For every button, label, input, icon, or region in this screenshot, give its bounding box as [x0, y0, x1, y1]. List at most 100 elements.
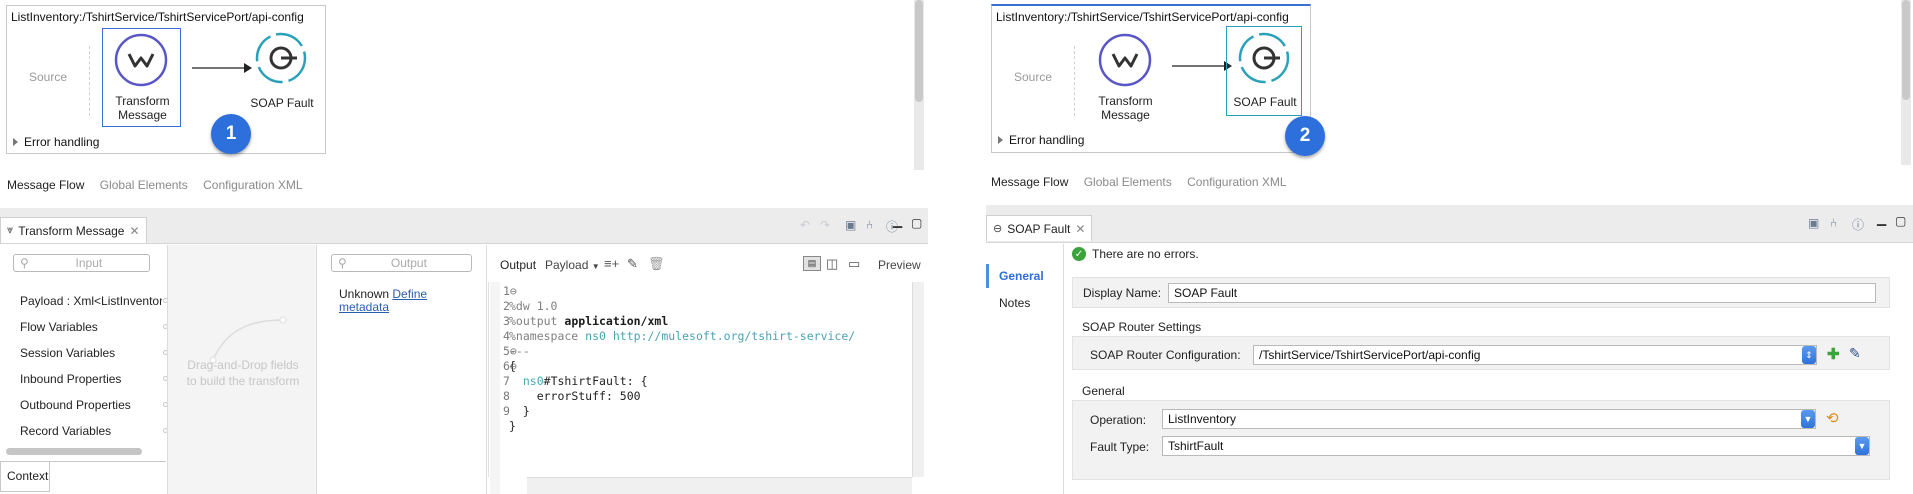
editor-tabs: Message Flow Global Elements Configurati… [7, 178, 315, 192]
define-metadata-link-2[interactable]: metadata [339, 300, 389, 314]
output-label: Output [500, 258, 537, 272]
tab-configuration-xml[interactable]: Configuration XML [1187, 175, 1286, 189]
context-item-flow-vars[interactable]: Flow Variables [20, 320, 98, 334]
close-icon[interactable]: ✕ [129, 224, 139, 238]
payload-dropdown[interactable]: Payload ▼ [545, 258, 600, 272]
editor-bottom-scroll[interactable] [527, 477, 912, 494]
output-search[interactable]: ⚲ Output [331, 254, 472, 272]
tab-message-flow[interactable]: Message Flow [991, 175, 1068, 189]
dnd-zone: Drag-and-Drop fields to build the transf… [167, 245, 317, 494]
canvas-scrollbar[interactable] [914, 0, 924, 170]
fault-type-select[interactable]: TshirtFault ▼ [1162, 436, 1870, 456]
output-divider [486, 245, 487, 494]
canvas-scrollbar[interactable] [1901, 0, 1911, 165]
no-errors-status: ✓ There are no errors. [1072, 247, 1199, 261]
preview-button[interactable]: Preview [878, 258, 921, 272]
dnd-hint-line2: to build the transform [186, 374, 300, 388]
editor-gutter-bar [490, 282, 500, 494]
error-handling-toggle[interactable]: Error handling [13, 135, 99, 149]
router-section-title: SOAP Router Settings [1082, 320, 1202, 334]
script-editor[interactable]: %dw 1.0 %output application/xml %namespa… [488, 282, 912, 477]
flow-canvas: ListInventory:/TshirtService/TshirtServi… [991, 4, 1311, 153]
tab-configuration-xml[interactable]: Configuration XML [203, 178, 302, 192]
add-output-icon[interactable]: ≡+ [604, 256, 619, 271]
tree-icon[interactable]: ⑃ [1830, 216, 1837, 230]
maximize-icon[interactable]: ▢ [1895, 214, 1906, 228]
transform-tab-icon: ⩔ [7, 224, 14, 236]
undo-icon[interactable]: ↶ [800, 218, 810, 232]
general-section-title: General [1082, 384, 1125, 398]
redo-icon[interactable]: ↷ [820, 218, 830, 232]
soap-fault-tab[interactable]: ⊖ SOAP Fault ✕ [986, 215, 1093, 241]
step-badge-1: 1 [211, 114, 251, 154]
operation-select[interactable]: ListInventory ▼ [1162, 409, 1816, 429]
transform-label-line2: Message [118, 108, 167, 122]
operation-label: Operation: [1090, 413, 1147, 427]
horizontal-scrollbar[interactable] [6, 448, 142, 455]
transform-message-icon[interactable] [1097, 32, 1153, 88]
source-label: Source [1014, 70, 1053, 84]
layout-preview-icon[interactable]: ▭ [848, 256, 860, 272]
transform-label-line1: Transform [115, 94, 170, 108]
expand-triangle-icon [998, 136, 1003, 144]
search-icon: ⚲ [20, 256, 29, 270]
editor-right-scroll[interactable] [912, 282, 924, 477]
nav-notes[interactable]: Notes [999, 296, 1030, 310]
tab-message-flow[interactable]: Message Flow [7, 178, 84, 192]
source-divider [89, 46, 90, 116]
context-item-session-vars[interactable]: Session Variables [20, 346, 115, 360]
context-item-payload[interactable]: Payload : Xml<ListInventor [20, 294, 162, 308]
context-tab[interactable]: Context [0, 462, 50, 492]
flow-canvas: ListInventory:/TshirtService/TshirtServi… [6, 5, 326, 154]
tab-global-elements[interactable]: Global Elements [1084, 175, 1172, 189]
refresh-icon[interactable]: ⟲ [1826, 409, 1839, 427]
dnd-hint-line1: Drag-and-Drop fields [187, 358, 299, 372]
fault-type-label: Fault Type: [1090, 440, 1150, 454]
router-config-select[interactable]: /TshirtService/TshirtServicePort/api-con… [1253, 345, 1817, 365]
minimize-icon[interactable]: ▁ [893, 214, 902, 228]
context-item-record-vars[interactable]: Record Variables [20, 424, 111, 438]
define-metadata-link[interactable]: Define [392, 287, 427, 301]
input-search[interactable]: ⚲ Input [13, 254, 150, 272]
minimize-icon[interactable]: ▁ [1877, 212, 1886, 226]
context-item-outbound[interactable]: Outbound Properties [20, 398, 131, 412]
add-icon[interactable]: ✚ [1827, 345, 1840, 363]
right-editor: ListInventory:/TshirtService/TshirtServi… [986, 0, 1913, 494]
split-icon[interactable]: ⑃ [866, 218, 873, 232]
transform-message-tab[interactable]: ⩔ Transform Message ✕ [0, 217, 147, 243]
flow-title: ListInventory:/TshirtService/TshirtServi… [996, 10, 1289, 24]
transform-message-node[interactable]: Transform Message [102, 28, 181, 127]
save-icon[interactable]: ▣ [1808, 216, 1819, 230]
flow-arrow [1172, 61, 1232, 71]
source-label: Source [29, 70, 68, 84]
step-badge-2: 2 [1285, 116, 1325, 156]
edit-icon[interactable]: ✎ [627, 256, 638, 272]
soap-fault-node[interactable]: SOAP Fault [1226, 26, 1302, 116]
edit-config-icon[interactable]: ✎ [1849, 345, 1861, 362]
search-icon: ⚲ [338, 256, 347, 270]
chevron-down-icon[interactable]: ▼ [1855, 437, 1869, 455]
transform-panel-header: ⩔ Transform Message ✕ ↶ ↷ ▣ ⑃ ⓘ ▁ ▢ [0, 208, 928, 244]
expand-triangle-icon [13, 138, 18, 146]
chevron-updown-icon[interactable]: ⇕ [1802, 346, 1816, 364]
layout-source-icon[interactable]: ▤ [803, 256, 821, 271]
help-icon[interactable]: ⓘ [1852, 216, 1864, 233]
trash-icon[interactable]: 🗑 [648, 256, 665, 272]
close-icon[interactable]: ✕ [1075, 222, 1085, 236]
nav-general[interactable]: General [986, 264, 1064, 288]
transform-label-line1: Transform [1098, 94, 1153, 108]
line-gutter: 1⊖ 2 3 4 5⊖ 6⊖ 7 8 9 [503, 284, 517, 418]
soap-fault-label: SOAP Fault [250, 96, 314, 110]
tab-global-elements[interactable]: Global Elements [100, 178, 188, 192]
chevron-down-icon[interactable]: ▼ [1801, 410, 1815, 428]
soap-fault-label: SOAP Fault [1233, 95, 1297, 109]
display-name-field[interactable]: SOAP Fault [1168, 283, 1876, 303]
layout-split-icon[interactable]: ◫ [826, 256, 838, 272]
context-item-inbound[interactable]: Inbound Properties [20, 372, 121, 386]
maximize-icon[interactable]: ▢ [911, 216, 922, 230]
soap-fault-icon[interactable] [253, 30, 309, 86]
unknown-metadata: Unknown Define metadata [339, 287, 428, 314]
save-icon[interactable]: ▣ [845, 218, 856, 232]
error-handling-toggle[interactable]: Error handling [998, 133, 1084, 147]
transform-label-line2: Message [1101, 108, 1150, 122]
